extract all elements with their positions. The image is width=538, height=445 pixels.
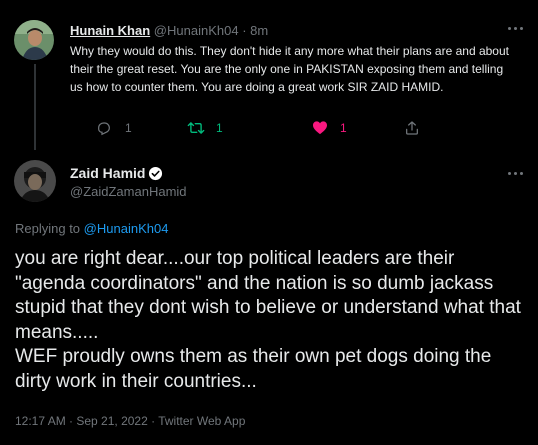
share-icon xyxy=(406,121,418,135)
more-icon xyxy=(507,171,511,175)
time-separator: · xyxy=(242,23,247,38)
reply-tweet-header: Hunain Khan @HunainKh04 · 8m xyxy=(70,23,268,38)
like-action-button[interactable]: 1 xyxy=(312,120,347,135)
reply-author-name[interactable]: Hunain Khan xyxy=(70,23,150,38)
like-count: 1 xyxy=(340,120,347,135)
thread-line xyxy=(34,64,36,150)
reply-more-button[interactable] xyxy=(505,21,525,35)
reply-action-button[interactable]: 1 xyxy=(96,120,132,136)
reply-author-handle[interactable]: @HunainKh04 xyxy=(154,23,239,38)
retweet-action-button[interactable]: 1 xyxy=(187,120,223,136)
reply-icon xyxy=(98,122,110,136)
replying-to: Replying to @HunainKh04 xyxy=(15,221,168,236)
replying-to-label: Replying to xyxy=(15,221,81,236)
main-tweet-text: you are right dear....our top political … xyxy=(15,248,521,392)
reply-time-ago[interactable]: 8m xyxy=(250,23,268,38)
more-icon xyxy=(507,26,511,30)
main-tweet-timestamp[interactable]: 12:17 AM · Sep 21, 2022 · Twitter Web Ap… xyxy=(15,414,245,428)
retweet-count: 1 xyxy=(216,121,223,135)
retweet-icon xyxy=(187,122,205,134)
main-more-button[interactable] xyxy=(505,166,525,180)
main-author-name-row: Zaid Hamid xyxy=(70,165,163,181)
main-author-handle[interactable]: @ZaidZamanHamid xyxy=(70,184,187,199)
verified-badge-icon xyxy=(149,166,163,180)
main-author-avatar[interactable] xyxy=(14,160,56,202)
main-author-name[interactable]: Zaid Hamid xyxy=(70,165,145,181)
reply-count: 1 xyxy=(125,121,132,135)
like-icon xyxy=(313,121,327,135)
reply-tweet-text: Why they would do this. They don't hide … xyxy=(70,44,509,94)
replying-to-handle-link[interactable]: @HunainKh04 xyxy=(84,221,169,236)
reply-author-avatar[interactable] xyxy=(14,20,54,60)
share-action-button[interactable] xyxy=(404,120,420,136)
